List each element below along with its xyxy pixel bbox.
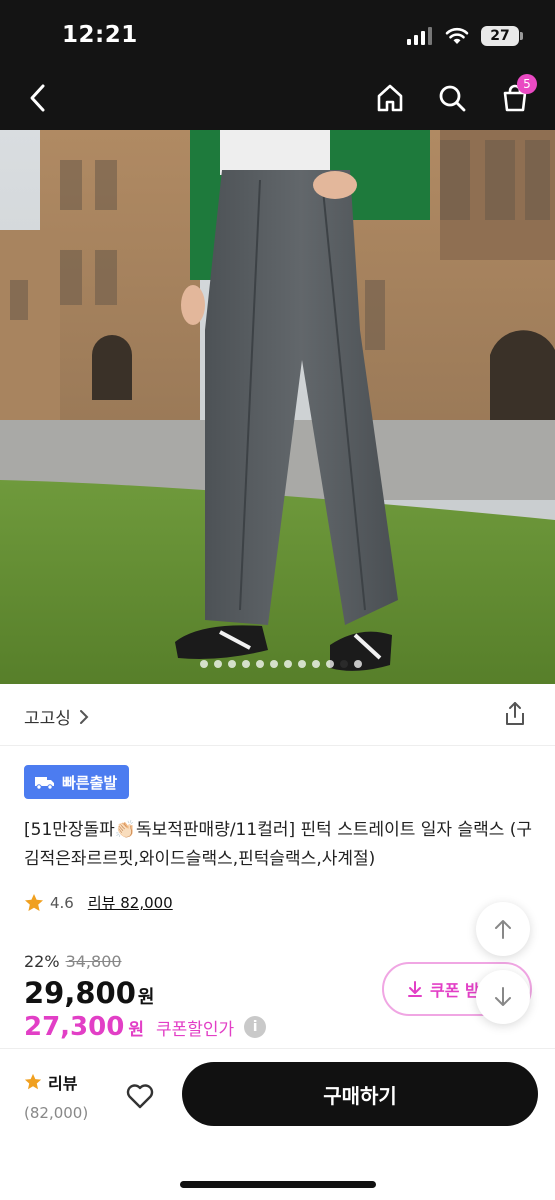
carousel-dot	[242, 660, 250, 668]
original-price: 34,800	[65, 952, 122, 971]
sale-price-row: 29,800 원	[24, 976, 154, 1010]
scroll-down-button[interactable]	[476, 970, 530, 1024]
carousel-dot	[326, 660, 334, 668]
carousel-dot	[200, 660, 208, 668]
status-icons: 27	[407, 26, 523, 46]
review-count: (82,000)	[24, 1104, 89, 1122]
discount-row: 22% 34,800	[24, 952, 122, 971]
cart-button[interactable]: 5	[497, 74, 537, 116]
info-icon[interactable]: i	[244, 1016, 267, 1038]
reviews-link[interactable]: 리뷰 82,000	[88, 892, 173, 913]
coupon-price-label: 쿠폰할인가	[155, 1020, 235, 1040]
sale-price-unit: 원	[137, 987, 155, 1008]
home-icon	[377, 84, 403, 112]
chevron-left-icon	[30, 84, 45, 112]
product-image[interactable]	[0, 130, 555, 684]
store-name: 고고싱	[24, 709, 71, 729]
scroll-up-button[interactable]	[476, 902, 530, 956]
carousel-dot	[298, 660, 306, 668]
coupon-price: 27,300	[24, 1012, 125, 1042]
coupon-price-row: 27,300 원 쿠폰할인가 i	[24, 1012, 267, 1042]
fast-shipping-label: 빠른출발	[62, 773, 118, 792]
product-title: [51만장돌파👏🏻독보적판매량/11컬러] 핀턱 스트레이트 일자 슬랙스 (구…	[24, 820, 533, 869]
carousel-dot	[228, 660, 236, 668]
chevron-right-icon	[79, 709, 89, 724]
carousel-dot	[312, 660, 320, 668]
arrow-down-icon	[495, 987, 511, 1006]
wifi-icon	[445, 27, 469, 44]
wishlist-button[interactable]	[122, 1078, 158, 1114]
fast-shipping-badge: 빠른출발	[24, 765, 130, 799]
search-icon	[439, 85, 466, 112]
signal-icon	[407, 27, 432, 45]
carousel-dot	[284, 660, 292, 668]
carousel-dot	[214, 660, 222, 668]
battery-icon: 27	[481, 26, 523, 46]
review-summary[interactable]: 리뷰 (82,000)	[24, 1070, 94, 1122]
back-button[interactable]	[20, 80, 56, 116]
star-icon	[25, 893, 43, 911]
rating-row: 4.6 리뷰 82,000	[24, 892, 173, 913]
carousel-indicator	[200, 660, 362, 668]
buy-button[interactable]: 구매하기	[182, 1062, 538, 1126]
search-button[interactable]	[434, 80, 470, 116]
sale-price: 29,800	[24, 976, 136, 1010]
store-link[interactable]: 고고싱	[24, 704, 89, 729]
share-icon	[506, 702, 524, 725]
store-row: 고고싱	[0, 684, 555, 746]
status-bar: 12:21 27	[0, 0, 555, 66]
download-icon	[408, 981, 422, 997]
star-icon	[24, 1073, 42, 1090]
truck-icon	[35, 777, 54, 790]
product-photo	[0, 130, 555, 684]
heart-icon	[126, 1084, 154, 1109]
top-nav-bar: 5	[0, 66, 555, 130]
carousel-dot	[270, 660, 278, 668]
share-button[interactable]	[501, 700, 529, 728]
cart-count-badge: 5	[517, 74, 537, 94]
rating-value: 4.6	[50, 893, 74, 912]
carousel-dot	[340, 660, 348, 668]
coupon-price-unit: 원	[128, 1020, 144, 1040]
home-indicator	[180, 1181, 376, 1188]
status-time: 12:21	[62, 22, 138, 48]
coupon-button-label: 쿠폰 받	[430, 981, 480, 1000]
home-button[interactable]	[372, 80, 408, 116]
carousel-dot	[256, 660, 264, 668]
carousel-dot	[354, 660, 362, 668]
arrow-up-icon	[495, 920, 511, 939]
discount-rate: 22%	[24, 952, 60, 971]
review-label: 리뷰	[48, 1074, 78, 1093]
